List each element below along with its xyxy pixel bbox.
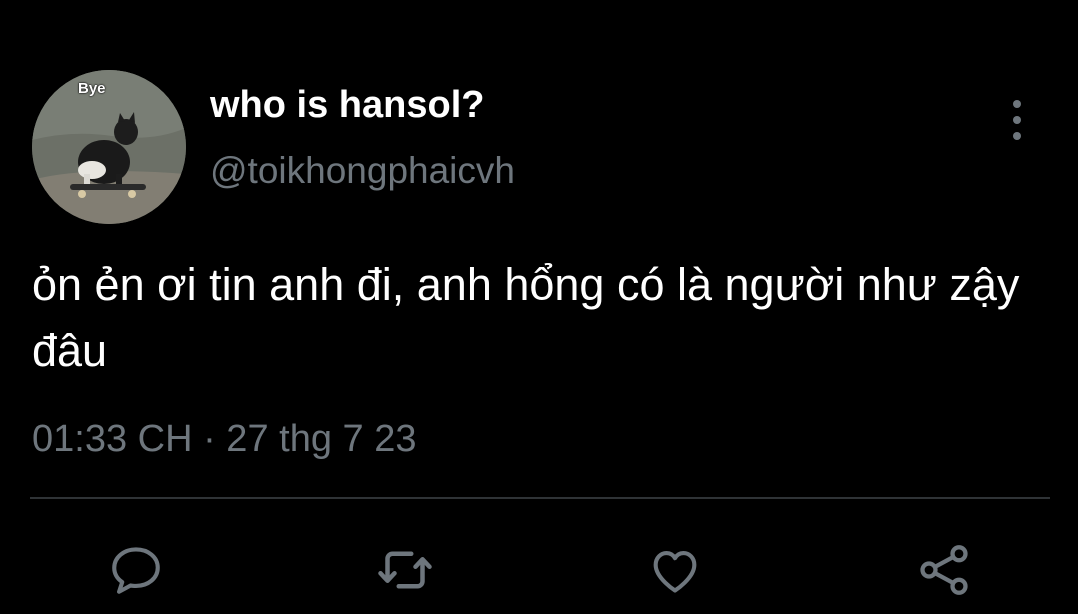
- avatar-image: [32, 70, 186, 224]
- more-dot: [1013, 100, 1021, 108]
- reply-button[interactable]: [106, 540, 166, 600]
- retweet-button[interactable]: [375, 540, 435, 600]
- reply-icon: [112, 547, 160, 594]
- tweet-timestamp[interactable]: 01:33 CH · 27 thg 7 23: [32, 418, 416, 461]
- more-dot: [1013, 116, 1021, 124]
- retweet-icon: [378, 551, 432, 589]
- more-options-icon[interactable]: [1000, 96, 1034, 144]
- share-icon: [920, 545, 968, 595]
- avatar-caption: Bye: [78, 80, 106, 97]
- user-handle[interactable]: @toikhongphaicvh: [210, 150, 515, 192]
- more-dot: [1013, 132, 1021, 140]
- like-icon: [653, 551, 697, 593]
- divider: [30, 497, 1050, 499]
- avatar[interactable]: Bye: [32, 70, 186, 224]
- share-button[interactable]: [914, 540, 974, 600]
- like-button[interactable]: [645, 540, 705, 600]
- display-name[interactable]: who is hansol?: [210, 84, 484, 127]
- tweet-text: ỏn ẻn ơi tin anh đi, anh hổng có là ngườ…: [32, 259, 1020, 376]
